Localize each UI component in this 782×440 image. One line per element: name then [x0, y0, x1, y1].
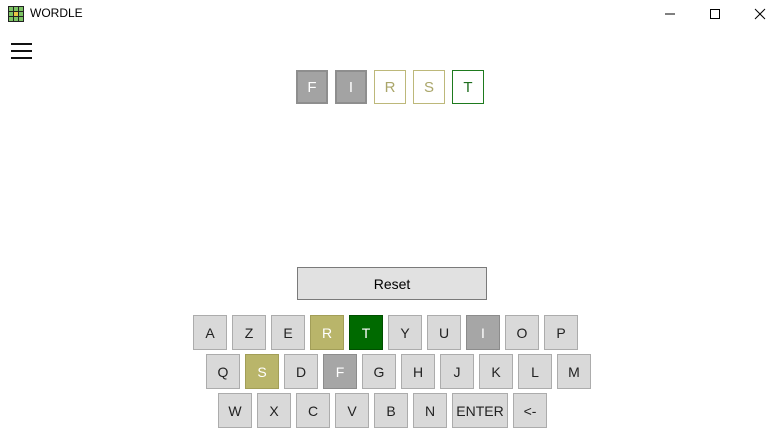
guess-tile: I	[335, 70, 367, 104]
key-x[interactable]: X	[257, 393, 291, 428]
hamburger-menu-icon	[11, 43, 32, 45]
key-c[interactable]: C	[296, 393, 330, 428]
key-t[interactable]: T	[349, 315, 383, 350]
key-g[interactable]: G	[362, 354, 396, 389]
guess-tile: S	[413, 70, 445, 104]
key-w[interactable]: W	[218, 393, 252, 428]
key-d[interactable]: D	[284, 354, 318, 389]
close-icon	[754, 8, 766, 20]
maximize-icon	[710, 9, 720, 19]
key-y[interactable]: Y	[388, 315, 422, 350]
maximize-button[interactable]	[692, 0, 738, 28]
key-m[interactable]: M	[557, 354, 591, 389]
key-a[interactable]: A	[193, 315, 227, 350]
key-i[interactable]: I	[466, 315, 500, 350]
wordle-grid-icon	[8, 6, 24, 22]
key-z[interactable]: Z	[232, 315, 266, 350]
key-n[interactable]: N	[413, 393, 447, 428]
close-button[interactable]	[737, 0, 782, 28]
key-u[interactable]: U	[427, 315, 461, 350]
enter-key[interactable]: ENTER	[452, 393, 508, 428]
key-s[interactable]: S	[245, 354, 279, 389]
guess-tile: R	[374, 70, 406, 104]
reset-button[interactable]: Reset	[297, 267, 487, 300]
key-o[interactable]: O	[505, 315, 539, 350]
key-k[interactable]: K	[479, 354, 513, 389]
guess-tile: F	[296, 70, 328, 104]
minimize-icon	[665, 13, 675, 15]
key-r[interactable]: R	[310, 315, 344, 350]
minimize-button[interactable]	[647, 0, 693, 28]
key-h[interactable]: H	[401, 354, 435, 389]
key-f[interactable]: F	[323, 354, 357, 389]
key-j[interactable]: J	[440, 354, 474, 389]
key-q[interactable]: Q	[206, 354, 240, 389]
hamburger-menu-button[interactable]	[10, 40, 34, 62]
window-title: WORDLE	[30, 6, 83, 20]
guess-tile: T	[452, 70, 484, 104]
key-l[interactable]: L	[518, 354, 552, 389]
key-e[interactable]: E	[271, 315, 305, 350]
title-bar: WORDLE	[0, 0, 782, 28]
backspace-key[interactable]: <-	[513, 393, 547, 428]
key-v[interactable]: V	[335, 393, 369, 428]
key-b[interactable]: B	[374, 393, 408, 428]
key-p[interactable]: P	[544, 315, 578, 350]
